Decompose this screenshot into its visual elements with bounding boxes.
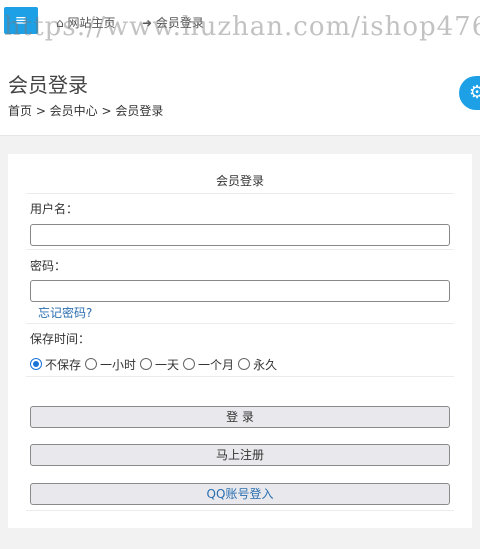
save-option-label: 不保存 [45, 357, 82, 372]
nav-login-link[interactable]: ➜ 会员登录 [142, 14, 204, 31]
save-option-month[interactable]: 一个月 [183, 356, 234, 373]
save-time-label: 保存时间： [30, 332, 91, 346]
save-option-day[interactable]: 一天 [140, 356, 179, 373]
gear-icon: ⚙ [469, 82, 480, 103]
radio-button[interactable] [183, 358, 196, 370]
sign-in-icon: ➜ [142, 16, 153, 30]
top-nav: ≡ ⌂ 网站主页 ➜ 会员登录 https://www.huzhan.com/i… [0, 0, 480, 48]
menu-icon: ≡ [14, 11, 28, 29]
breadcrumb[interactable]: 首页 > 会员中心 > 会员登录 [8, 102, 163, 119]
save-option-label: 一天 [155, 357, 180, 372]
save-option-none[interactable]: 不保存 [30, 356, 81, 373]
forgot-password-link[interactable]: 忘记密码? [38, 304, 92, 321]
radio-button[interactable] [85, 358, 98, 370]
register-button[interactable]: 马上注册 [30, 444, 450, 466]
radio-button[interactable] [238, 358, 251, 370]
divider [26, 376, 454, 377]
page-title: 会员登录 [8, 73, 88, 97]
nav-login-label: 会员登录 [155, 16, 204, 30]
save-option-label: 一个月 [198, 357, 235, 372]
login-button[interactable]: 登 录 [30, 406, 450, 428]
nav-home-label: 网站主页 [67, 16, 116, 30]
login-form: 会员登录 用户名： 密码： 忘记密码? 保存时间： 不保存 一小时 一天 一个月… [8, 154, 472, 528]
username-input[interactable] [30, 224, 450, 246]
form-title: 会员登录 [26, 172, 454, 194]
radio-button[interactable] [140, 358, 153, 370]
page-header: 会员登录 首页 > 会员中心 > 会员登录 ⚙ [0, 48, 480, 136]
qq-login-button[interactable]: QQ账号登入 [30, 483, 450, 505]
password-label: 密码： [30, 259, 67, 273]
home-icon: ⌂ [56, 16, 64, 30]
username-label: 用户名： [30, 202, 79, 216]
divider [26, 510, 454, 511]
save-option-label: 永久 [253, 357, 278, 372]
save-option-hour[interactable]: 一小时 [85, 356, 136, 373]
password-input[interactable] [30, 280, 450, 302]
radio-button[interactable] [30, 358, 42, 370]
nav-home-link[interactable]: ⌂ 网站主页 [56, 14, 115, 31]
save-option-forever[interactable]: 永久 [238, 356, 277, 373]
save-time-options: 不保存 一小时 一天 一个月 永久 [30, 355, 281, 373]
save-option-label: 一小时 [100, 357, 137, 372]
menu-button[interactable]: ≡ [4, 7, 38, 34]
divider [26, 249, 454, 250]
settings-button[interactable]: ⚙ [459, 76, 480, 110]
divider [26, 323, 454, 324]
